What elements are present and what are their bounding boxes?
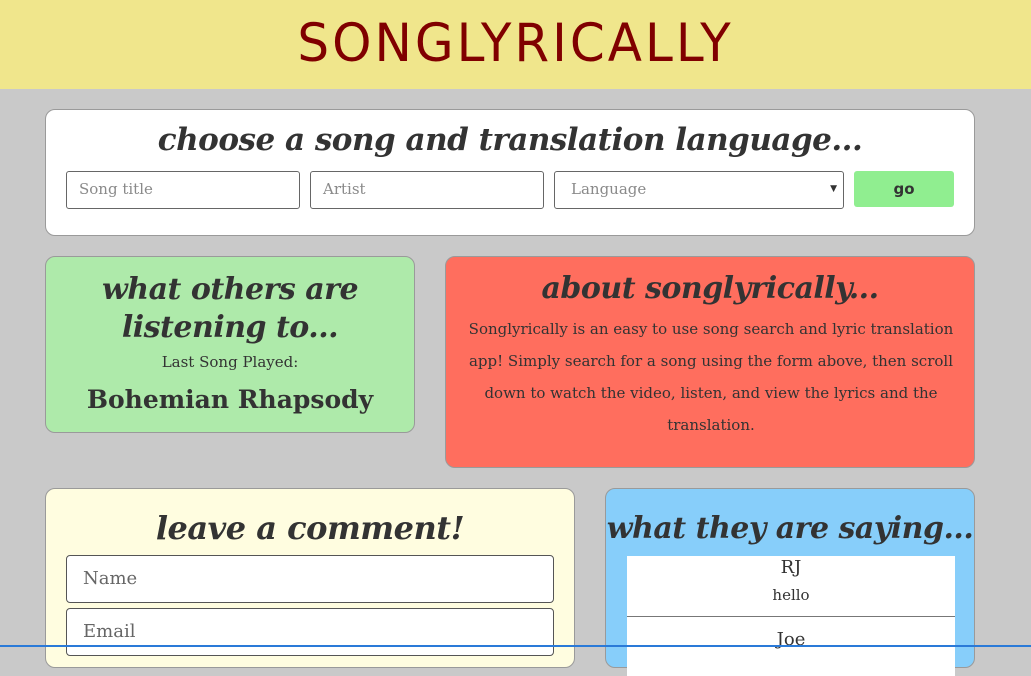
site-header: SONGLYRICALLY [0, 0, 1031, 89]
comment-form-title: leave a comment! [155, 509, 465, 547]
listening-title: what others are listening to... [101, 272, 359, 345]
about-card: about songlyrically... Songlyrically is … [445, 256, 975, 468]
language-select[interactable]: Language ▼ [554, 171, 844, 209]
search-card: choose a song and translation language..… [45, 109, 975, 236]
go-button[interactable]: go [854, 171, 954, 207]
comment-author: RJ [780, 557, 802, 578]
email-placeholder: Email [83, 621, 136, 642]
artist-placeholder: Artist [323, 180, 366, 198]
about-text: Songlyrically is an easy to use song sea… [468, 320, 954, 434]
song-title-placeholder: Song title [79, 180, 153, 198]
comment-message: hello [772, 586, 810, 604]
name-input[interactable]: Name [66, 555, 554, 603]
song-title-input[interactable]: Song title [66, 171, 300, 209]
comments-title: what they are saying... [606, 511, 974, 546]
comments-list[interactable]: RJ hello Joe [627, 556, 955, 676]
comments-card: what they are saying... RJ hello Joe [605, 488, 975, 676]
last-song-title: Bohemian Rhapsody [86, 385, 374, 414]
artist-input[interactable]: Artist [310, 171, 544, 209]
listening-card: what others are listening to... Last Song… [45, 256, 415, 433]
email-input[interactable]: Email [66, 608, 554, 656]
about-title: about songlyrically... [541, 271, 879, 306]
site-logo[interactable]: SONGLYRICALLY [0, 13, 1031, 74]
last-song-label: Last Song Played: [161, 353, 299, 371]
comment-form-card: leave a comment! Name Email [45, 488, 575, 668]
search-title: choose a song and translation language..… [157, 122, 863, 158]
comment-item: RJ hello [627, 556, 955, 617]
language-select-value: Language [571, 180, 647, 198]
dropdown-arrow-icon: ▼ [830, 184, 837, 194]
name-placeholder: Name [83, 568, 138, 589]
